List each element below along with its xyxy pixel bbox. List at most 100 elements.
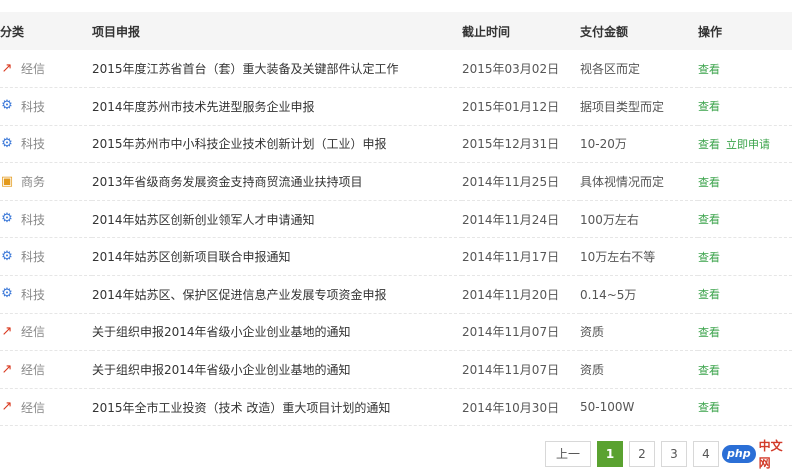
category-cell: ↗ 经信 bbox=[0, 313, 92, 351]
action-cell: 查看 bbox=[698, 388, 792, 426]
action-cell: 查看 bbox=[698, 50, 792, 88]
deadline-text: 2014年11月20日 bbox=[462, 287, 560, 302]
view-link[interactable]: 查看 bbox=[698, 176, 720, 189]
header-action: 操作 bbox=[698, 24, 723, 39]
table-row: ↗ 经信 关于组织申报2014年省级小企业创业基地的通知 2014年11月07日 资质 查… bbox=[0, 313, 792, 351]
category-label: 经信 bbox=[21, 400, 46, 415]
table-row: ↗ 经信 关于组织申报2014年省级小企业创业基地的通知 2014年11月07日 资质 查… bbox=[0, 351, 792, 389]
action-cell: 查看 bbox=[698, 200, 792, 238]
project-title-cell: 2015年全市工业投资（技术 改造）重大项目计划的通知 bbox=[92, 388, 462, 426]
project-title-cell: 2014年姑苏区、保护区促进信息产业发展专项资金申报 bbox=[92, 276, 462, 314]
view-link[interactable]: 查看 bbox=[698, 364, 720, 377]
payment-cell: 资质 bbox=[580, 351, 698, 389]
prev-page-button[interactable]: 上一页 bbox=[545, 441, 591, 467]
payment-text: 视各区而定 bbox=[580, 62, 641, 77]
view-link[interactable]: 查看 bbox=[698, 100, 720, 113]
category-tag: ⚙ 科技 bbox=[0, 135, 45, 152]
deadline-cell: 2014年11月07日 bbox=[462, 351, 580, 389]
project-list-page: 分类 项目申报 截止时间 支付金额 操作 ↗ 经信 2015年度江苏省首台（套）重大… bbox=[0, 0, 800, 469]
view-link[interactable]: 查看 bbox=[698, 63, 720, 76]
category-cell: ↗ 经信 bbox=[0, 351, 92, 389]
table-row: ▣ 商务 2013年省级商务发展资金支持商贸流通业扶持项目 2014年11月25日 具体… bbox=[0, 163, 792, 201]
category-tag: ↗ 经信 bbox=[0, 60, 45, 77]
category-label: 科技 bbox=[21, 99, 46, 114]
page-button-1[interactable]: 1 bbox=[597, 441, 623, 467]
project-title: 2014年姑苏区创新项目联合申报通知 bbox=[92, 250, 291, 265]
apply-now-link[interactable]: 立即申请 bbox=[726, 138, 770, 151]
project-title-cell: 2015年度江苏省首台（套）重大装备及关键部件认定工作 bbox=[92, 50, 462, 88]
payment-text: 10-20万 bbox=[580, 137, 627, 152]
category-label: 商务 bbox=[21, 175, 46, 190]
pagination: 上一页 1 2 3 4 bbox=[545, 441, 725, 467]
action-cell: 查看 bbox=[698, 163, 792, 201]
payment-text: 资质 bbox=[580, 325, 605, 340]
view-link[interactable]: 查看 bbox=[698, 401, 720, 414]
payment-text: 100万左右 bbox=[580, 212, 639, 227]
category-label: 科技 bbox=[21, 287, 46, 302]
table-header-row: 分类 项目申报 截止时间 支付金额 操作 bbox=[0, 12, 792, 50]
view-link[interactable]: 查看 bbox=[698, 288, 720, 301]
deadline-cell: 2014年10月30日 bbox=[462, 388, 580, 426]
payment-cell: 50-100W bbox=[580, 388, 698, 426]
deadline-cell: 2015年12月31日 bbox=[462, 125, 580, 163]
deadline-text: 2014年11月25日 bbox=[462, 175, 560, 190]
table-row: ⚙ 科技 2014年姑苏区、保护区促进信息产业发展专项资金申报 2014年11月20日… bbox=[0, 276, 792, 314]
project-title-cell: 2013年省级商务发展资金支持商贸流通业扶持项目 bbox=[92, 163, 462, 201]
category-cell: ▣ 商务 bbox=[0, 163, 92, 201]
project-title: 关于组织申报2014年省级小企业创业基地的通知 bbox=[92, 363, 351, 378]
deadline-cell: 2014年11月17日 bbox=[462, 238, 580, 276]
project-title: 2015年度江苏省首台（套）重大装备及关键部件认定工作 bbox=[92, 62, 399, 77]
action-cell: 查看 bbox=[698, 276, 792, 314]
category-tag: ↗ 经信 bbox=[0, 323, 45, 340]
view-link[interactable]: 查看 bbox=[698, 251, 720, 264]
project-title-cell: 关于组织申报2014年省级小企业创业基地的通知 bbox=[92, 313, 462, 351]
watermark-badge: php bbox=[722, 445, 756, 463]
project-title-cell: 2015年苏州市中小科技企业技术创新计划（工业）申报 bbox=[92, 125, 462, 163]
payment-text: 10万左右不等 bbox=[580, 250, 656, 265]
line-chart-icon: ↗ bbox=[1, 323, 13, 339]
category-cell: ⚙ 科技 bbox=[0, 200, 92, 238]
php-cn-watermark: php 中文网 bbox=[722, 439, 792, 469]
deadline-cell: 2015年01月12日 bbox=[462, 88, 580, 126]
deadline-text: 2014年11月07日 bbox=[462, 325, 560, 340]
payment-text: 0.14~5万 bbox=[580, 287, 637, 302]
payment-cell: 视各区而定 bbox=[580, 50, 698, 88]
category-tag: ↗ 经信 bbox=[0, 361, 45, 378]
deadline-text: 2015年01月12日 bbox=[462, 99, 560, 114]
deadline-cell: 2014年11月20日 bbox=[462, 276, 580, 314]
page-button-3[interactable]: 3 bbox=[661, 441, 687, 467]
category-label: 经信 bbox=[21, 325, 46, 340]
deadline-cell: 2014年11月24日 bbox=[462, 200, 580, 238]
payment-cell: 资质 bbox=[580, 313, 698, 351]
gear-icon: ⚙ bbox=[1, 98, 13, 114]
view-link[interactable]: 查看 bbox=[698, 326, 720, 339]
category-cell: ⚙ 科技 bbox=[0, 276, 92, 314]
category-tag: ⚙ 科技 bbox=[0, 98, 45, 115]
action-cell: 查看 bbox=[698, 351, 792, 389]
category-label: 科技 bbox=[21, 137, 46, 152]
deadline-text: 2014年10月30日 bbox=[462, 400, 560, 415]
action-cell: 查看 bbox=[698, 313, 792, 351]
view-link[interactable]: 查看 bbox=[698, 138, 720, 151]
payment-text: 50-100W bbox=[580, 400, 635, 415]
page-button-4[interactable]: 4 bbox=[693, 441, 719, 467]
header-payment: 支付金额 bbox=[580, 24, 629, 39]
category-tag: ⚙ 科技 bbox=[0, 248, 45, 265]
page-button-2[interactable]: 2 bbox=[629, 441, 655, 467]
project-table: 分类 项目申报 截止时间 支付金额 操作 ↗ 经信 2015年度江苏省首台（套）重大… bbox=[0, 12, 792, 426]
payment-text: 据项目类型而定 bbox=[580, 99, 665, 114]
line-chart-icon: ↗ bbox=[1, 60, 13, 76]
header-project: 项目申报 bbox=[92, 24, 141, 39]
table-row: ⚙ 科技 2014年姑苏区创新项目联合申报通知 2014年11月17日 10万左右不等 查… bbox=[0, 238, 792, 276]
view-link[interactable]: 查看 bbox=[698, 213, 720, 226]
deadline-text: 2015年03月02日 bbox=[462, 62, 560, 77]
project-title: 关于组织申报2014年省级小企业创业基地的通知 bbox=[92, 325, 351, 340]
project-title: 2015年苏州市中小科技企业技术创新计划（工业）申报 bbox=[92, 137, 387, 152]
gear-icon: ⚙ bbox=[1, 286, 13, 302]
project-title: 2014年度苏州市技术先进型服务企业申报 bbox=[92, 99, 315, 114]
header-category: 分类 bbox=[0, 24, 25, 39]
deadline-cell: 2014年11月25日 bbox=[462, 163, 580, 201]
table-row: ⚙ 科技 2015年苏州市中小科技企业技术创新计划（工业）申报 2015年12月31日… bbox=[0, 125, 792, 163]
table-row: ⚙ 科技 2014年度苏州市技术先进型服务企业申报 2015年01月12日 据项目类型而… bbox=[0, 88, 792, 126]
project-title-cell: 关于组织申报2014年省级小企业创业基地的通知 bbox=[92, 351, 462, 389]
